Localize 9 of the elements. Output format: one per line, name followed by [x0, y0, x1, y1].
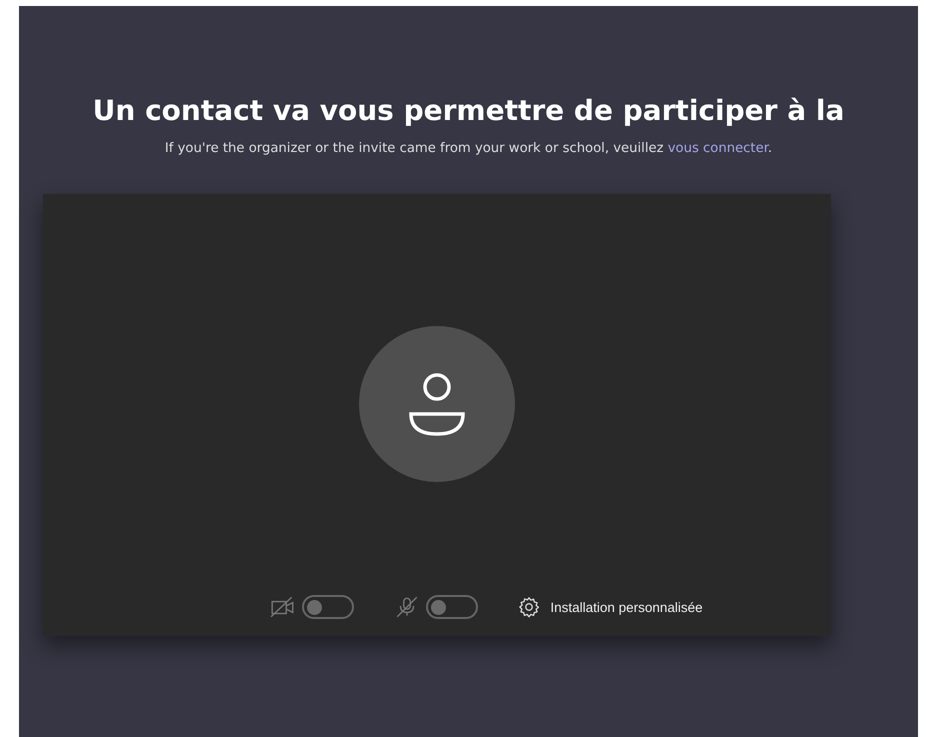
custom-setup-button[interactable]: Installation personnalisée	[518, 596, 703, 618]
settings-icon	[518, 596, 540, 618]
sign-in-link[interactable]: vous connecter	[668, 141, 768, 156]
toggle-switch[interactable]	[302, 595, 354, 619]
page-title: Un contact va vous permettre de participer à la	[92, 94, 844, 127]
avatar-icon	[358, 326, 514, 482]
sign-in-hint: If you're the organizer or the invite came from your work or school, veuillez vous connecter.	[164, 141, 772, 156]
toggle-switch[interactable]	[426, 595, 478, 619]
camera-off-icon	[270, 596, 296, 618]
